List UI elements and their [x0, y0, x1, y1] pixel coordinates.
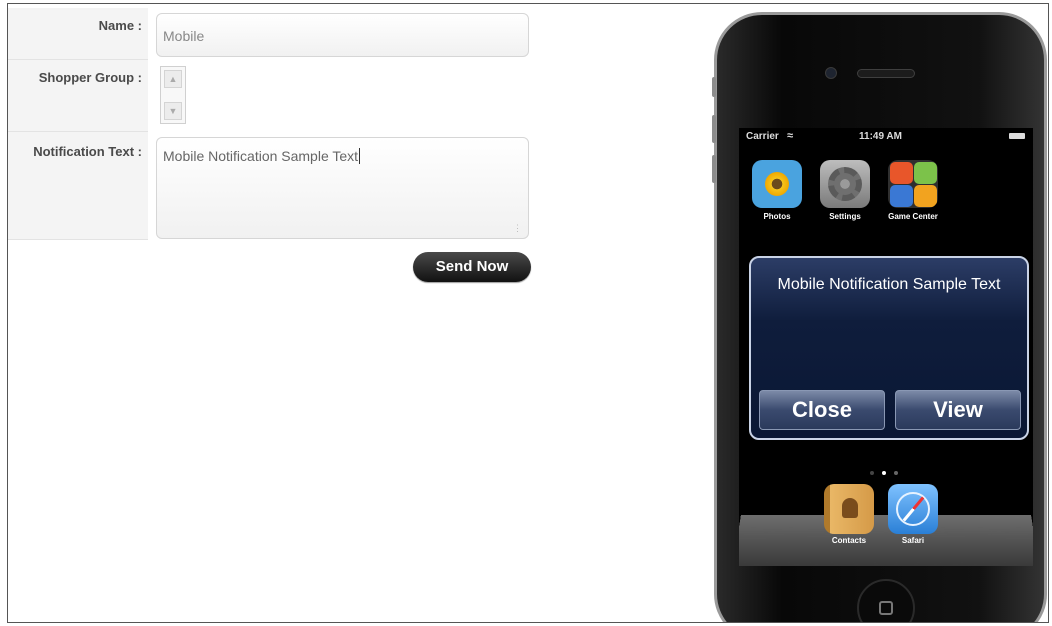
- volume-down-button: [712, 155, 716, 183]
- earpiece-speaker: [857, 69, 915, 78]
- dock-app-label: Safari: [901, 536, 925, 545]
- notification-textarea[interactable]: Mobile Notification Sample Text ⋮: [156, 137, 529, 239]
- wifi-icon: ≈: [787, 130, 794, 142]
- battery-icon: [1009, 133, 1025, 139]
- shopper-group-select[interactable]: ▲ ▼: [160, 66, 186, 124]
- name-row: Name : Mobile: [8, 8, 538, 60]
- settings-icon: [820, 160, 870, 208]
- status-bar: Carrier ≈ 11:49 AM: [739, 128, 1033, 146]
- notification-label: Notification Text :: [8, 132, 148, 240]
- volume-up-button: [712, 115, 716, 143]
- phone-screen: Carrier ≈ 11:49 AM Photos Settings Game …: [739, 128, 1033, 566]
- page-frame: Name : Mobile Shopper Group : ▲ ▼ Notifi…: [7, 3, 1049, 623]
- photos-icon: [752, 160, 802, 208]
- status-time: 11:49 AM: [859, 131, 902, 142]
- contacts-icon: [824, 484, 874, 534]
- phone-mockup: Carrier ≈ 11:49 AM Photos Settings Game …: [712, 12, 1047, 622]
- resize-grip-icon[interactable]: ⋮: [513, 223, 523, 233]
- app-label: Settings: [829, 212, 861, 221]
- safari-icon: [888, 484, 938, 534]
- alert-close-button[interactable]: Close: [759, 390, 885, 430]
- page-indicator: [866, 471, 906, 477]
- alert-view-button[interactable]: View: [895, 390, 1021, 430]
- notification-alert: Mobile Notification Sample Text Close Vi…: [749, 256, 1029, 440]
- dock-app-safari[interactable]: Safari: [883, 484, 943, 545]
- send-now-button[interactable]: Send Now: [413, 252, 531, 282]
- carrier-label: Carrier: [746, 131, 779, 142]
- app-game-center[interactable]: Game Center: [883, 160, 943, 221]
- home-square-icon: [879, 601, 893, 615]
- notification-row: Notification Text : Mobile Notification …: [8, 132, 538, 240]
- dock-app-contacts[interactable]: Contacts: [819, 484, 879, 545]
- scroll-down-icon[interactable]: ▼: [164, 102, 182, 120]
- home-button[interactable]: [857, 579, 915, 622]
- shopper-group-label: Shopper Group :: [8, 60, 148, 132]
- dock-app-label: Contacts: [831, 536, 867, 545]
- app-settings[interactable]: Settings: [815, 160, 875, 221]
- game-center-icon: [888, 160, 938, 208]
- scroll-up-icon[interactable]: ▲: [164, 70, 182, 88]
- shopper-group-row: Shopper Group : ▲ ▼: [8, 60, 538, 132]
- text-caret: [359, 148, 361, 164]
- front-camera: [825, 67, 837, 79]
- app-photos[interactable]: Photos: [747, 160, 807, 221]
- alert-message: Mobile Notification Sample Text: [777, 276, 1001, 293]
- name-input[interactable]: Mobile: [156, 13, 529, 57]
- notification-text: Mobile Notification Sample Text: [163, 148, 359, 164]
- name-label: Name :: [8, 8, 148, 60]
- app-label: Photos: [763, 212, 791, 221]
- app-label: Game Center: [888, 212, 938, 221]
- mute-switch: [712, 77, 716, 97]
